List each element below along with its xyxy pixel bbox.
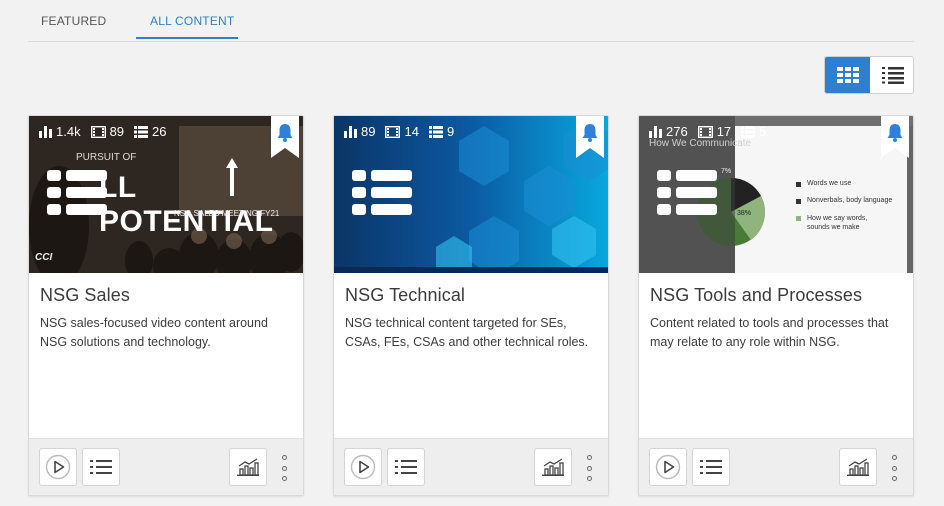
views-stat: 89 <box>344 124 375 139</box>
thumb-text-pursuit: PURSUIT OF <box>76 152 137 163</box>
analytics-icon <box>542 458 564 476</box>
card-footer <box>334 438 608 495</box>
items-stat: 5 <box>741 124 766 139</box>
thumb-text-subtitle: NSG SALES MEETING FY21 <box>174 209 280 218</box>
card-stats: 1.4k 89 26 <box>39 124 167 139</box>
pie-label-a: 7% <box>721 168 732 175</box>
playlist-icon <box>352 170 412 215</box>
card-thumbnail: PURSUIT OF LL POTENTIAL NSG SALES MEETIN… <box>29 116 303 273</box>
bulleted-list-icon <box>700 460 722 474</box>
thumb-logo: CCI <box>35 252 53 263</box>
play-button[interactable] <box>649 448 687 486</box>
views-stat: 276 <box>649 124 688 139</box>
card-body: NSG Sales NSG sales-focused video conten… <box>29 273 303 438</box>
card-stats: 89 14 9 <box>344 124 454 139</box>
views-count: 276 <box>666 124 688 139</box>
list-icon <box>741 125 756 138</box>
tab-featured[interactable]: FEATURED <box>41 14 106 28</box>
card-stats: 276 17 5 <box>649 124 766 139</box>
legend-item: Words we use <box>807 180 852 187</box>
analytics-button[interactable] <box>534 448 572 486</box>
videos-stat: 14 <box>385 124 419 139</box>
more-options-icon[interactable] <box>277 455 291 481</box>
items-count: 26 <box>152 124 167 139</box>
content-tabs: FEATURED ALL CONTENT <box>28 0 914 42</box>
play-icon <box>45 454 71 480</box>
analytics-icon <box>237 458 259 476</box>
channel-card[interactable]: 89 14 9 NSG Technical NSG technical cont… <box>333 115 609 496</box>
playlist-icon <box>47 170 107 215</box>
card-footer <box>29 438 303 495</box>
items-stat: 9 <box>428 124 455 139</box>
videos-count: 14 <box>404 124 419 139</box>
legend-item: Nonverbals, body language <box>807 197 893 204</box>
grid-view-button[interactable] <box>825 57 870 93</box>
contents-button[interactable] <box>82 448 120 486</box>
film-icon <box>697 125 713 138</box>
card-thumbnail: How We Communicate 7% 38% Words we use N… <box>639 116 913 273</box>
pie-label-b: 38% <box>737 210 752 217</box>
card-footer <box>639 438 913 495</box>
card-thumbnail: 89 14 9 <box>334 116 608 273</box>
contents-button[interactable] <box>692 448 730 486</box>
card-body: NSG Technical NSG technical content targ… <box>334 273 608 438</box>
bulleted-list-icon <box>90 460 112 474</box>
playlist-icon <box>657 170 717 215</box>
analytics-button[interactable] <box>839 448 877 486</box>
grid-view-icon <box>836 67 859 83</box>
card-description: NSG technical content targeted for SEs, … <box>345 316 589 349</box>
more-options-icon[interactable] <box>582 455 596 481</box>
videos-count: 17 <box>716 124 732 139</box>
legend-item: How we say words, sounds we make <box>807 215 868 231</box>
items-count: 9 <box>446 124 455 139</box>
list-view-icon <box>881 67 904 84</box>
bulleted-list-icon <box>395 460 417 474</box>
bar-chart-icon <box>649 125 662 138</box>
list-icon <box>134 125 149 138</box>
views-stat: 1.4k <box>39 124 81 139</box>
card-body: NSG Tools and Processes Content related … <box>639 273 913 438</box>
film-icon <box>90 125 106 138</box>
tab-all-content[interactable]: ALL CONTENT <box>150 14 234 28</box>
more-options-icon[interactable] <box>887 455 901 481</box>
analytics-icon <box>847 458 869 476</box>
card-description: NSG sales-focused video content around N… <box>40 316 268 349</box>
view-toggle <box>824 56 914 94</box>
channel-card[interactable]: PURSUIT OF LL POTENTIAL NSG SALES MEETIN… <box>28 115 304 496</box>
slide-heading: How We Communicate <box>649 138 752 149</box>
bookmark-icon[interactable] <box>576 116 604 158</box>
active-tab-indicator <box>136 37 238 39</box>
play-button[interactable] <box>39 448 77 486</box>
card-description: Content related to tools and processes t… <box>650 316 889 349</box>
views-count: 1.4k <box>56 124 81 139</box>
play-icon <box>655 454 681 480</box>
items-count: 5 <box>759 124 767 139</box>
play-icon <box>350 454 376 480</box>
bookmark-icon[interactable] <box>881 116 909 158</box>
list-icon <box>428 125 443 138</box>
items-stat: 26 <box>134 124 167 139</box>
card-title[interactable]: NSG Sales <box>40 285 292 306</box>
bookmark-icon[interactable] <box>271 116 299 158</box>
analytics-button[interactable] <box>229 448 267 486</box>
thumb-text-title: LL POTENTIAL <box>99 171 274 238</box>
card-title[interactable]: NSG Tools and Processes <box>650 285 902 306</box>
list-view-button[interactable] <box>870 57 913 93</box>
bar-chart-icon <box>39 125 52 138</box>
videos-stat: 17 <box>697 124 732 139</box>
bar-chart-icon <box>344 125 357 138</box>
contents-button[interactable] <box>387 448 425 486</box>
videos-count: 89 <box>109 124 125 139</box>
views-count: 89 <box>361 124 376 139</box>
film-icon <box>385 125 401 138</box>
channel-card[interactable]: How We Communicate 7% 38% Words we use N… <box>638 115 914 496</box>
videos-stat: 89 <box>90 124 125 139</box>
play-button[interactable] <box>344 448 382 486</box>
card-title[interactable]: NSG Technical <box>345 285 597 306</box>
